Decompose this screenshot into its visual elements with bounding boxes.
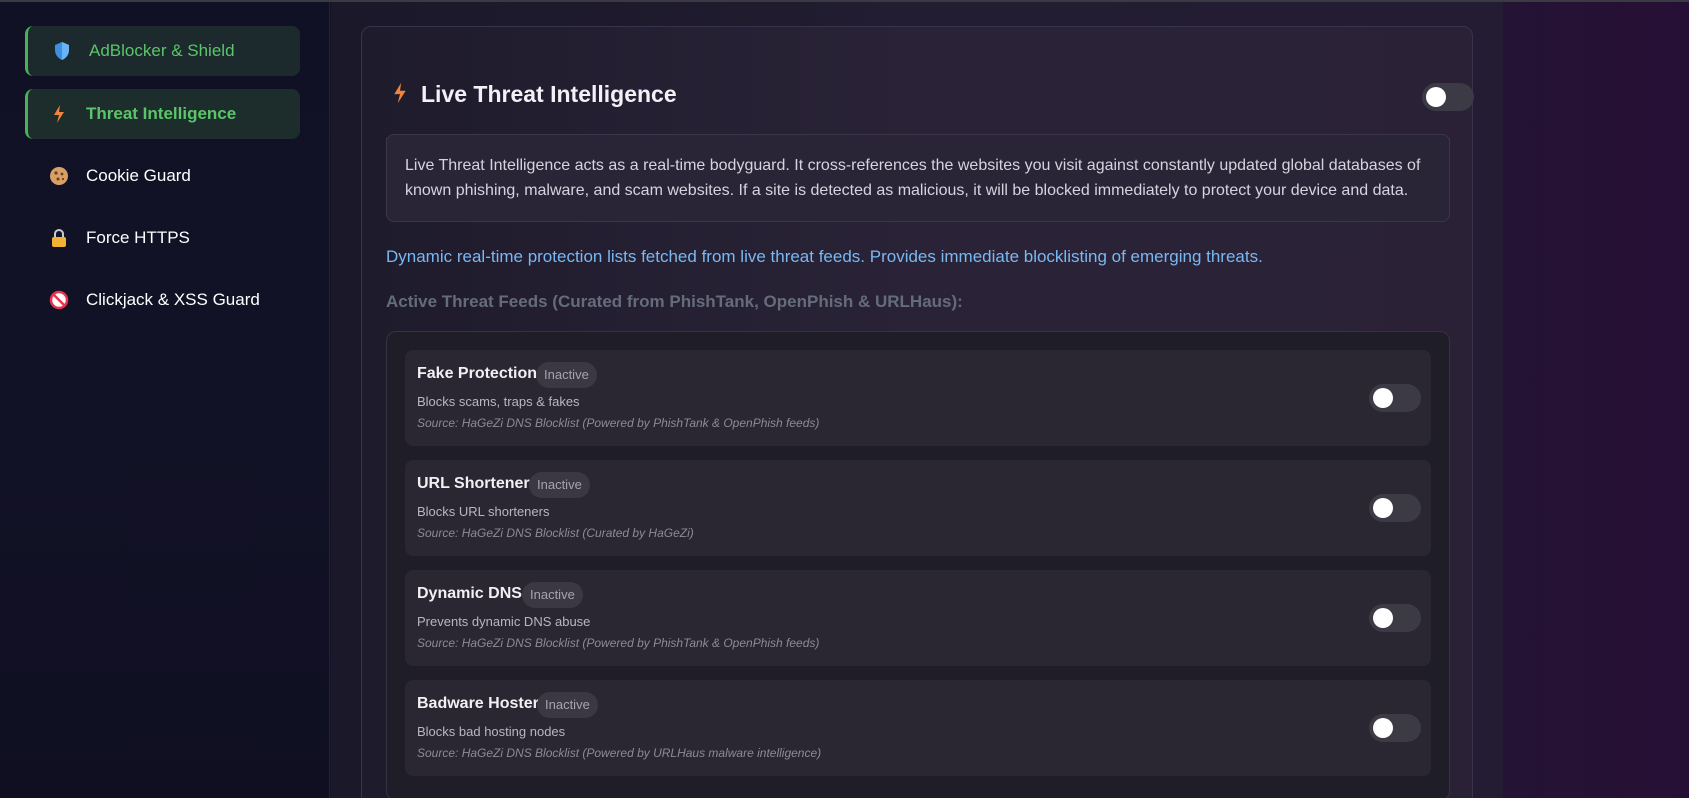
status-badge: Inactive [529,472,590,498]
feed-source: Source: HaGeZi DNS Blocklist (Powered by… [417,416,820,430]
sidebar: AdBlocker & Shield Threat Intelligence C… [0,2,330,798]
highlight-text: Dynamic real-time protection lists fetch… [386,247,1263,266]
description-box: Live Threat Intelligence acts as a real-… [386,134,1450,222]
threat-intelligence-card: Live Threat Intelligence Live Threat Int… [361,26,1474,798]
feeds-title: Active Threat Feeds (Curated from PhishT… [386,292,963,311]
toggle-knob [1373,388,1393,408]
feed-description: Blocks scams, traps & fakes [417,394,580,409]
no-entry-icon [48,289,70,311]
feed-item-dynamic-dns: Dynamic DNS Inactive Prevents dynamic DN… [405,570,1431,666]
sidebar-item-label: Threat Intelligence [86,104,237,123]
sidebar-item-adblocker[interactable]: AdBlocker & Shield [25,26,300,76]
feed-toggle-url-shortener[interactable] [1369,494,1421,522]
sidebar-item-label: Cookie Guard [86,166,191,185]
shield-icon [51,40,73,62]
feeds-list: Fake Protection Inactive Blocks scams, t… [386,331,1450,798]
feed-name: Badware Hoster [417,695,539,712]
feed-source: Source: HaGeZi DNS Blocklist (Powered by… [417,746,822,760]
feed-name: URL Shortener [417,475,530,492]
toggle-knob [1373,718,1393,738]
status-badge: Inactive [537,692,598,718]
sidebar-item-force-https[interactable]: Force HTTPS [25,213,300,263]
sidebar-item-label: Force HTTPS [86,228,190,247]
lock-icon [48,227,70,249]
feed-source: Source: HaGeZi DNS Blocklist (Powered by… [417,636,820,650]
main-content: Live Threat Intelligence Live Threat Int… [331,2,1503,798]
sidebar-item-label: AdBlocker & Shield [89,41,235,60]
sidebar-item-clickjack-xss[interactable]: Clickjack & XSS Guard [25,275,300,325]
feed-toggle-badware-hoster[interactable] [1369,714,1421,742]
sidebar-item-label: Clickjack & XSS Guard [86,290,260,309]
app-window: AdBlocker & Shield Threat Intelligence C… [0,0,1689,798]
lightning-icon [48,103,70,125]
feed-item-badware-hoster: Badware Hoster Inactive Blocks bad hosti… [405,680,1431,776]
toggle-knob [1373,608,1393,628]
sidebar-item-cookie-guard[interactable]: Cookie Guard [25,151,300,201]
status-badge: Inactive [522,582,583,608]
feed-item-url-shortener: URL Shortener Inactive Blocks URL shorte… [405,460,1431,556]
page-title: Live Threat Intelligence [421,81,677,107]
feed-description: Blocks bad hosting nodes [417,724,566,739]
feed-toggle-dynamic-dns[interactable] [1369,604,1421,632]
feed-description: Prevents dynamic DNS abuse [417,614,591,629]
feed-name: Dynamic DNS [417,585,522,602]
sidebar-item-threat-intelligence[interactable]: Threat Intelligence [25,89,300,139]
toggle-knob [1373,498,1393,518]
feed-toggle-fake-protection[interactable] [1369,384,1421,412]
toggle-knob [1426,87,1446,107]
card-header: Live Threat Intelligence [386,53,1474,139]
cookie-icon [48,165,70,187]
lightning-icon [392,81,408,110]
feed-source: Source: HaGeZi DNS Blocklist (Curated by… [417,526,694,540]
feed-item-fake-protection: Fake Protection Inactive Blocks scams, t… [405,350,1431,446]
feed-name: Fake Protection [417,365,538,382]
status-badge: Inactive [536,362,597,388]
threat-intelligence-toggle[interactable] [1422,83,1474,111]
feed-description: Blocks URL shorteners [417,504,550,519]
